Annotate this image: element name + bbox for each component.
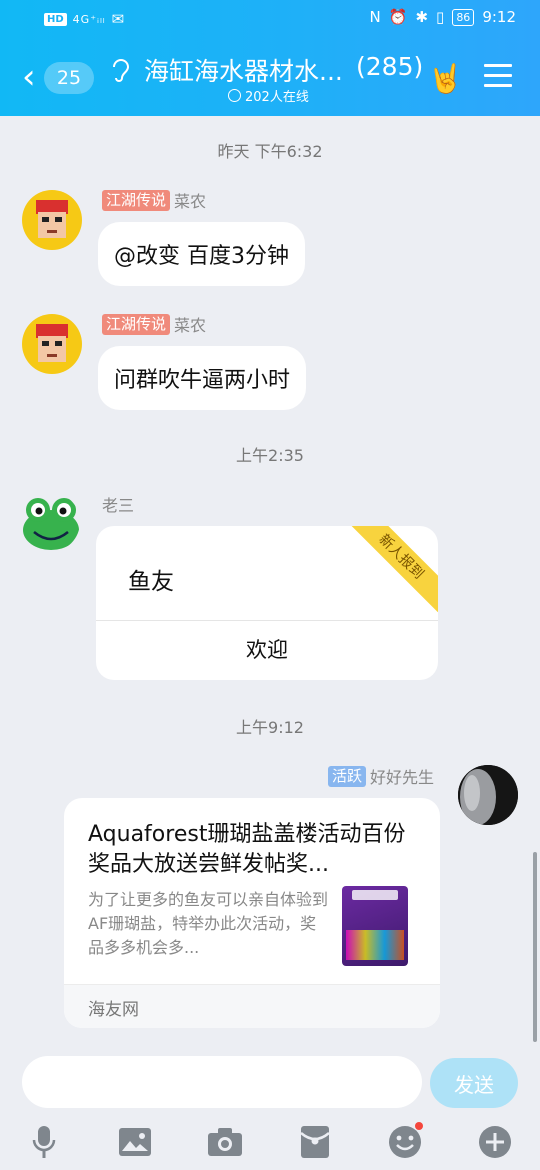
link-source: 海友网 [88, 1000, 139, 1020]
status-bar: HD 4G⁺ᵢₗₗ ✉ N ⏰ ✱ ▯ 86 9:12 [0, 0, 540, 40]
welcome-button[interactable]: 欢迎 [96, 620, 438, 680]
sender-line: 老三 [102, 492, 134, 516]
red-packet-icon[interactable] [293, 1120, 337, 1164]
image-icon[interactable] [113, 1120, 157, 1164]
rank-tag: 江湖传说 [102, 189, 171, 211]
hd-indicator: HD [44, 12, 67, 26]
new-member-card[interactable]: 鱼友 新人报到 欢迎 [96, 526, 438, 680]
hand-gesture-icon[interactable]: 🤘 [428, 62, 463, 95]
product-thumbnail [342, 886, 408, 966]
ear-icon[interactable] [110, 56, 132, 90]
group-member-count[interactable]: (285) [356, 52, 423, 81]
mic-icon[interactable] [22, 1120, 66, 1164]
message-bubble[interactable]: @改变 百度3分钟 [98, 222, 305, 286]
avatar[interactable] [458, 765, 518, 825]
toolbar [0, 1120, 540, 1164]
link-description: 为了让更多的鱼友可以亲自体验到AF珊瑚盐，特举办此次活动，奖品多多机会多... [88, 890, 329, 957]
nfc-icon: N [369, 8, 381, 26]
online-status: 202人在线 [228, 86, 309, 105]
timestamp: 上午9:12 [236, 718, 304, 737]
battery-icon: 86 [452, 8, 475, 26]
online-count: 202人在线 [245, 90, 309, 105]
clock: 9:12 [482, 8, 516, 26]
timestamp: 上午2:35 [236, 446, 304, 465]
sender-line: 江湖传说 菜农 [102, 188, 206, 212]
chat-header: HD 4G⁺ᵢₗₗ ✉ N ⏰ ✱ ▯ 86 9:12 ‹ 25 海缸海水器材水… [0, 0, 540, 116]
alarm-icon: ⏰ [388, 8, 408, 26]
link-title: Aquaforest珊瑚盐盖楼活动百份奖品大放送尝鲜发帖奖... [88, 822, 406, 877]
vibrate-icon: ▯ [436, 8, 445, 26]
camera-icon[interactable] [203, 1120, 247, 1164]
message-notification-icon: ✉ [111, 10, 125, 28]
bluetooth-icon: ✱ [415, 8, 429, 26]
sender-line: 江湖传说 菜农 [102, 312, 206, 336]
sender-name[interactable]: 老三 [102, 492, 134, 516]
avatar[interactable] [22, 314, 82, 374]
sender-line: 活跃 好好先生 [327, 764, 434, 788]
scrollbar[interactable] [533, 852, 537, 1042]
avatar[interactable] [22, 190, 82, 250]
card-text: 鱼友 [128, 569, 174, 595]
sender-name[interactable]: 好好先生 [370, 764, 434, 788]
new-member-ribbon: 新人报到 [345, 526, 438, 613]
plus-icon[interactable] [473, 1120, 517, 1164]
link-source-bar: 海友网 [64, 984, 440, 1028]
link-share-card[interactable]: Aquaforest珊瑚盐盖楼活动百份奖品大放送尝鲜发帖奖... 为了让更多的鱼… [64, 798, 440, 1028]
send-button[interactable]: 发送 [430, 1058, 518, 1108]
message-input[interactable] [22, 1056, 422, 1108]
check-circle-icon [228, 89, 241, 102]
unread-count-badge[interactable]: 25 [44, 62, 94, 94]
avatar[interactable] [20, 492, 80, 552]
message-bubble[interactable]: 问群吹牛逼两小时 [98, 346, 307, 410]
sender-name[interactable]: 菜农 [174, 188, 206, 212]
group-title[interactable]: 海缸海水器材水... [144, 52, 343, 88]
notification-dot [415, 1122, 423, 1130]
signal-icon: 4G⁺ᵢₗₗ [72, 12, 106, 26]
back-icon[interactable]: ‹ [22, 60, 36, 94]
emoji-icon[interactable] [383, 1120, 427, 1164]
menu-icon[interactable] [484, 64, 512, 94]
timestamp: 昨天 下午6:32 [217, 142, 323, 161]
rank-tag: 江湖传说 [102, 313, 171, 335]
sender-name[interactable]: 菜农 [174, 312, 206, 336]
rank-tag: 活跃 [327, 765, 366, 787]
input-bar: 发送 [0, 1044, 540, 1170]
